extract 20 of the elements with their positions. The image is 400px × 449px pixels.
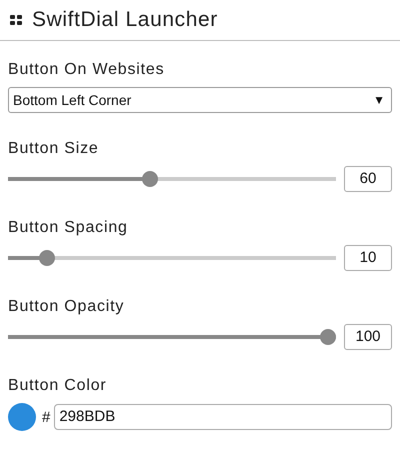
setting-label: Button Size <box>8 140 100 159</box>
slider-thumb[interactable] <box>320 329 336 345</box>
setting-label: Button Color <box>8 377 108 396</box>
slider[interactable] <box>8 171 336 187</box>
app-title: SwiftDial Launcher <box>32 8 218 32</box>
number-field[interactable]: 60 <box>344 166 392 192</box>
hash-label: # <box>42 408 50 426</box>
slider[interactable] <box>8 250 336 266</box>
hex-field[interactable]: 298BDB <box>54 404 392 430</box>
number-field[interactable]: 10 <box>344 245 392 271</box>
number-field[interactable]: 100 <box>344 324 392 350</box>
grid-icon <box>10 14 22 26</box>
setting-label: Button Spacing <box>8 219 129 238</box>
slider[interactable] <box>8 329 336 345</box>
slider-thumb[interactable] <box>142 171 158 187</box>
position-dropdown[interactable]: Bottom Left Corner ▼ <box>8 87 392 113</box>
color-swatch[interactable] <box>8 403 36 431</box>
setting-label: Button Opacity <box>8 298 126 317</box>
slider-thumb[interactable] <box>39 250 56 266</box>
setting-label: Button On Websites <box>8 61 166 80</box>
